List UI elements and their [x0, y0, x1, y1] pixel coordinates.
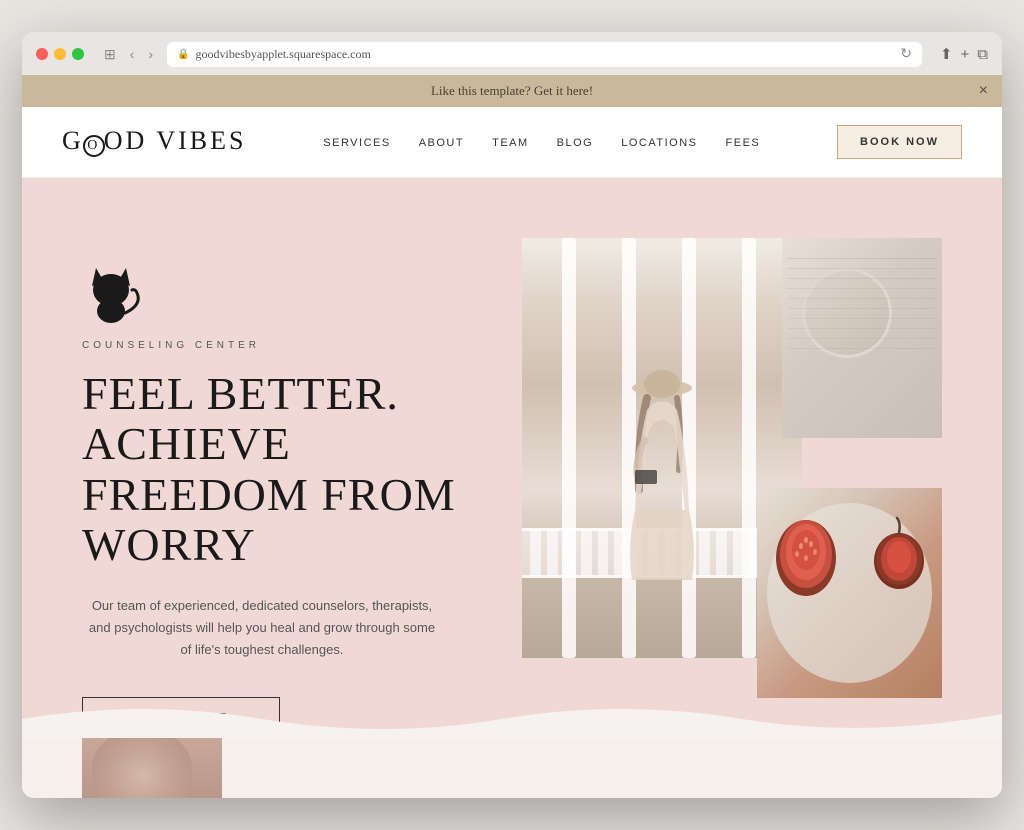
banner-text: Like this template? Get it here! — [431, 83, 593, 99]
banner-close-button[interactable]: × — [979, 82, 988, 100]
browser-actions: ⬆ + ⧉ — [940, 45, 988, 63]
nav-item-fees[interactable]: FEES — [726, 133, 761, 151]
site-logo[interactable]: GOOD VIBES — [62, 126, 246, 157]
line-4 — [787, 288, 937, 289]
line-6 — [787, 308, 937, 309]
sidebar-toggle-button[interactable]: ⊞ — [100, 44, 120, 65]
logo-text: OD VIBES — [104, 126, 247, 155]
below-fold-photo — [82, 738, 222, 798]
lock-icon: 🔒 — [177, 49, 189, 60]
logo-circle-o: O — [83, 135, 105, 157]
nav-link-fees[interactable]: FEES — [726, 137, 761, 149]
line-9 — [787, 338, 937, 339]
line-1 — [787, 258, 937, 259]
plate-shape — [802, 268, 892, 358]
hero-tertiary-photo-inner — [757, 488, 942, 698]
line-2 — [787, 268, 937, 269]
share-button[interactable]: ⬆ — [940, 45, 953, 63]
browser-controls: ⊞ ‹ › — [100, 44, 157, 65]
announcement-banner: Like this template? Get it here! × — [22, 75, 1002, 107]
nav-item-about[interactable]: ABOUT — [419, 133, 464, 151]
new-tab-button[interactable]: + — [961, 46, 970, 63]
woman-silhouette — [617, 360, 707, 590]
hero-content: COUNSELING CENTER FEEL BETTER. ACHIEVE F… — [82, 238, 942, 739]
tabs-overview-button[interactable]: ⧉ — [977, 46, 988, 63]
address-bar[interactable]: 🔒 goodvibesbyapplet.squarespace.com ↻ — [167, 42, 922, 67]
hero-wave — [22, 689, 1002, 738]
pillar-1 — [562, 238, 576, 658]
portrait-shape — [92, 738, 192, 798]
close-window-button[interactable] — [36, 48, 48, 60]
maximize-window-button[interactable] — [72, 48, 84, 60]
architectural-bg — [782, 238, 942, 438]
hero-secondary-photo-inner — [782, 238, 942, 438]
line-3 — [787, 278, 937, 279]
hero-subtitle: COUNSELING CENTER — [82, 340, 482, 351]
nav-link-team[interactable]: TEAM — [492, 137, 529, 149]
forward-button[interactable]: › — [144, 44, 157, 64]
website-content: Like this template? Get it here! × GOOD … — [22, 75, 1002, 799]
headline-line-2: FREEDOM FROM WORRY — [82, 469, 456, 571]
fig-1 — [769, 508, 844, 598]
back-button[interactable]: ‹ — [126, 44, 139, 64]
refresh-icon[interactable]: ↻ — [900, 46, 912, 63]
book-now-button[interactable]: BOOK NOW — [837, 125, 962, 159]
hero-section: COUNSELING CENTER FEEL BETTER. ACHIEVE F… — [22, 178, 1002, 739]
nav-item-services[interactable]: SERVICES — [323, 133, 390, 151]
fig-2 — [867, 513, 932, 593]
browser-window: ⊞ ‹ › 🔒 goodvibesbyapplet.squarespace.co… — [22, 32, 1002, 799]
hero-headline: FEEL BETTER. ACHIEVE FREEDOM FROM WORRY — [82, 369, 482, 571]
below-fold-section — [22, 738, 1002, 798]
nav-item-blog[interactable]: BLOG — [557, 133, 594, 151]
line-8 — [787, 328, 937, 329]
nav-item-team[interactable]: TEAM — [492, 133, 529, 151]
hero-left-content: COUNSELING CENTER FEEL BETTER. ACHIEVE F… — [82, 238, 482, 739]
hero-photo-collage — [522, 238, 942, 718]
nav-link-blog[interactable]: BLOG — [557, 137, 594, 149]
url-text: goodvibesbyapplet.squarespace.com — [196, 47, 371, 62]
hero-secondary-photo — [782, 238, 942, 438]
nav-link-locations[interactable]: LOCATIONS — [621, 137, 697, 149]
nav-links-list: SERVICES ABOUT TEAM BLOG LOCATIONS FEES — [323, 133, 760, 151]
main-navigation: GOOD VIBES SERVICES ABOUT TEAM BLOG LOCA… — [22, 107, 1002, 178]
browser-chrome: ⊞ ‹ › 🔒 goodvibesbyapplet.squarespace.co… — [22, 32, 1002, 75]
hero-tertiary-photo — [757, 488, 942, 698]
below-fold-image — [82, 738, 222, 798]
minimize-window-button[interactable] — [54, 48, 66, 60]
cat-icon — [82, 258, 142, 328]
pillar-4 — [742, 238, 756, 658]
traffic-lights — [36, 48, 84, 60]
nav-link-services[interactable]: SERVICES — [323, 137, 390, 149]
line-10 — [787, 348, 937, 349]
hero-body-text: Our team of experienced, dedicated couns… — [82, 595, 442, 661]
line-5 — [787, 298, 937, 299]
line-7 — [787, 318, 937, 319]
nav-link-about[interactable]: ABOUT — [419, 137, 464, 149]
headline-line-1: FEEL BETTER. ACHIEVE — [82, 368, 399, 470]
nav-item-locations[interactable]: LOCATIONS — [621, 133, 697, 151]
